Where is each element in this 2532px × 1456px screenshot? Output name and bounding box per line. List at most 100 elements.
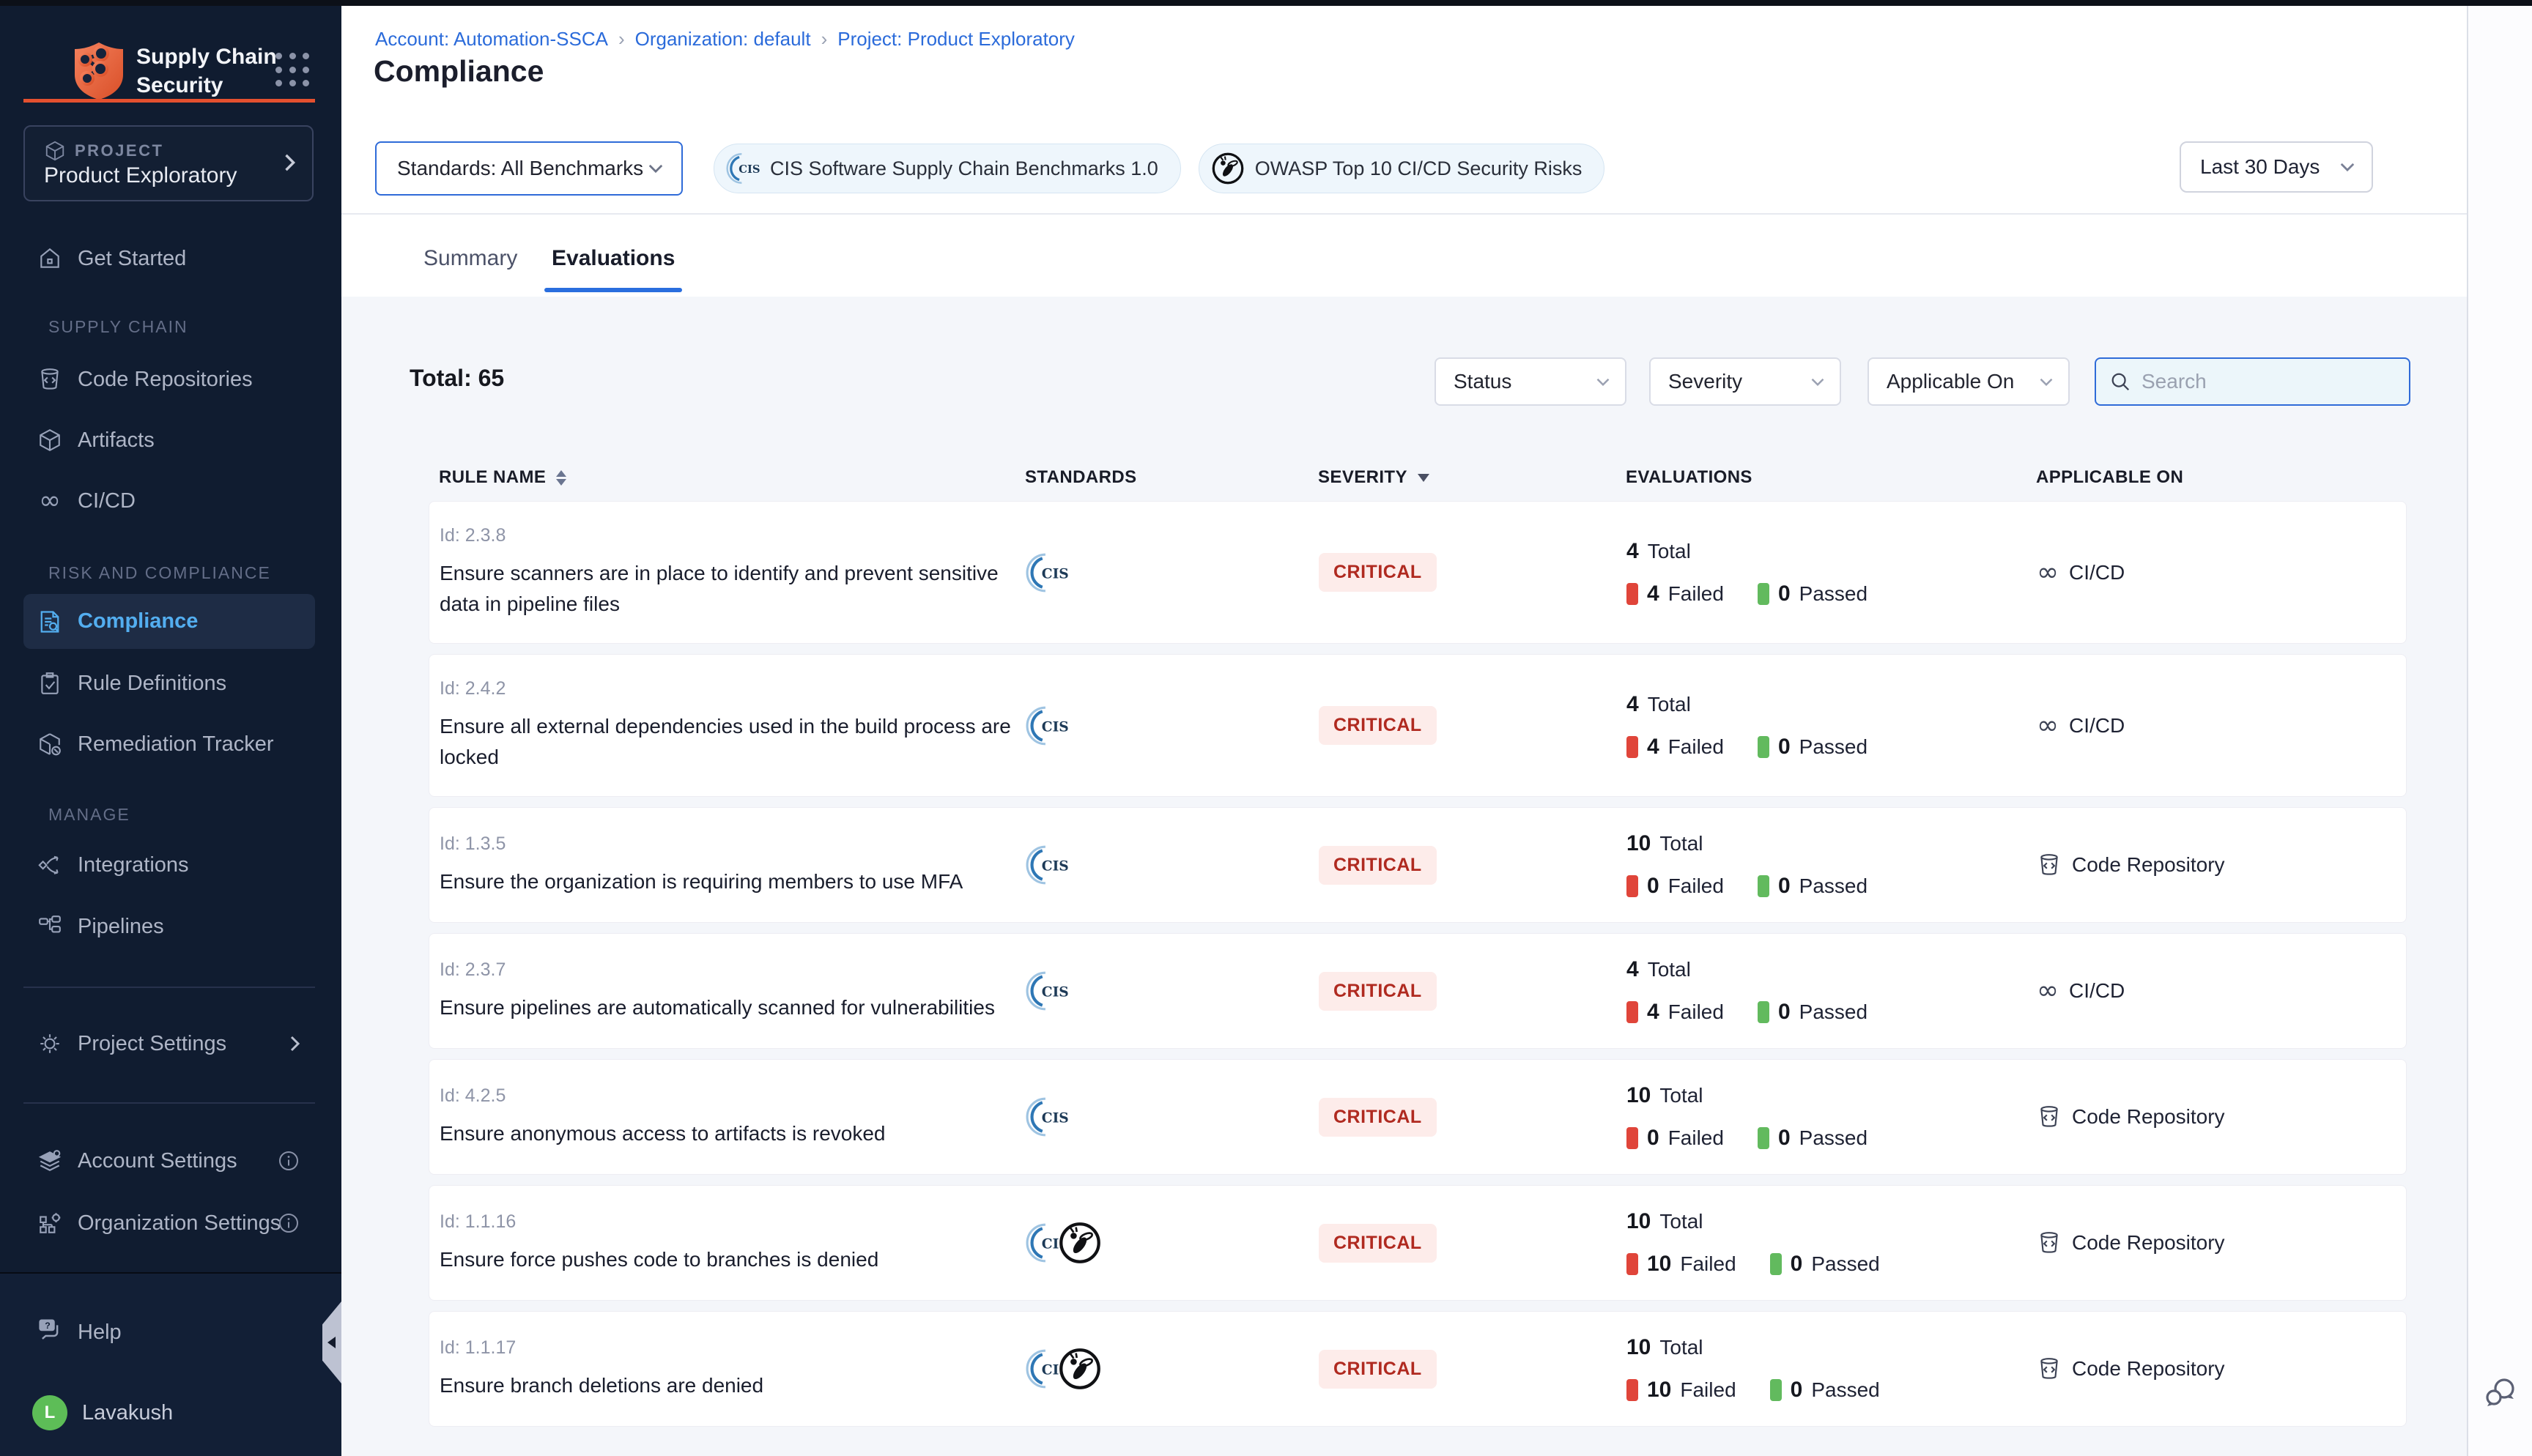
sidebar-item-remediation-tracker[interactable]: Remediation Tracker — [23, 724, 315, 765]
failed-chip-icon — [1626, 1379, 1638, 1401]
failed-chip-icon — [1626, 583, 1638, 605]
badge-label: CIS Software Supply Chain Benchmarks 1.0 — [770, 157, 1158, 180]
cis-benchmark-badge[interactable]: CIS CIS Software Supply Chain Benchmarks… — [714, 144, 1181, 193]
severity-cell: CRITICAL — [1308, 972, 1616, 1011]
sidebar-item-rule-definitions[interactable]: Rule Definitions — [23, 663, 315, 704]
tab-summary[interactable]: Summary — [423, 246, 517, 271]
column-header-rule-name[interactable]: RULE NAME — [429, 467, 1015, 488]
info-icon[interactable] — [277, 1211, 300, 1235]
rule-id: Id: 1.1.17 — [440, 1337, 1015, 1359]
infinity-icon: ∞ — [2037, 560, 2059, 586]
total-count: 10 — [1626, 1335, 1651, 1360]
passed-chip-icon — [1770, 1379, 1782, 1401]
sidebar-item-account-settings[interactable]: Account Settings — [23, 1140, 315, 1181]
help-chat-icon: ? — [37, 1316, 63, 1348]
sidebar-item-project-settings[interactable]: Project Settings — [23, 1023, 315, 1064]
app-screen: Supply Chain Security PROJECT Product Ex… — [0, 0, 2532, 1456]
sort-desc-icon[interactable] — [1418, 474, 1429, 482]
apps-grid-icon[interactable] — [275, 53, 311, 88]
sidebar-item-get-started[interactable]: Get Started — [23, 238, 315, 279]
table-row[interactable]: Id: 1.3.5 Ensure the organization is req… — [429, 807, 2407, 923]
column-label: APPLICABLE ON — [2036, 467, 2183, 488]
column-header-severity[interactable]: SEVERITY — [1308, 467, 1615, 488]
passed-label: Passed — [1799, 1000, 1867, 1024]
failed-chip-icon — [1626, 875, 1638, 897]
failed-label: Failed — [1668, 1000, 1724, 1024]
owasp-logo-icon — [1058, 1221, 1102, 1265]
project-name: Product Exploratory — [44, 163, 237, 188]
total-count: 10 — [1626, 1083, 1651, 1108]
sidebar-item-label: Organization Settings — [78, 1211, 281, 1236]
rule-cell: Id: 1.1.16 Ensure force pushes code to b… — [429, 1211, 1015, 1275]
sidebar-item-artifacts[interactable]: Artifacts — [23, 420, 315, 461]
artifact-box-icon — [37, 427, 63, 453]
sidebar-item-organization-settings[interactable]: Organization Settings — [23, 1203, 315, 1244]
sidebar-item-help[interactable]: ? Help — [23, 1312, 315, 1353]
project-selector[interactable]: PROJECT Product Exploratory — [23, 125, 314, 201]
chevron-down-icon — [1596, 377, 1610, 387]
badge-label: OWASP Top 10 CI/CD Security Risks — [1255, 157, 1582, 180]
evaluations-cell: 4Total 4Failed 0Passed — [1616, 692, 2026, 759]
severity-filter-label: Severity — [1668, 370, 1742, 393]
table-row[interactable]: Id: 1.1.16 Ensure force pushes code to b… — [429, 1185, 2407, 1301]
search-box — [2095, 357, 2410, 406]
sidebar-footer: ? Help L Lavakush — [0, 1272, 341, 1456]
standards-dropdown-label: Standards: All Benchmarks — [397, 157, 643, 180]
integrations-share-icon — [37, 852, 63, 878]
cis-logo-icon: CIS — [726, 152, 760, 185]
standards-dropdown[interactable]: Standards: All Benchmarks — [375, 141, 683, 196]
sidebar-item-cicd[interactable]: ∞ CI/CD — [23, 480, 315, 521]
passed-count: 0 — [1778, 1126, 1791, 1151]
code-repository-icon — [2037, 1230, 2062, 1255]
chevron-down-icon — [648, 163, 664, 174]
sidebar-item-integrations[interactable]: Integrations — [23, 844, 315, 885]
passed-count: 0 — [1778, 735, 1791, 759]
sidebar-item-compliance[interactable]: Compliance — [23, 594, 315, 649]
sidebar-item-code-repositories[interactable]: Code Repositories — [23, 359, 315, 400]
breadcrumb-organization-link[interactable]: Organization: default — [635, 28, 811, 51]
table-row[interactable]: Id: 1.1.17 Ensure branch deletions are d… — [429, 1311, 2407, 1427]
code-repository-icon — [37, 366, 63, 393]
severity-filter-dropdown[interactable]: Severity — [1649, 357, 1841, 406]
breadcrumb-account-link[interactable]: Account: Automation-SSCA — [375, 28, 608, 51]
breadcrumb-project-link[interactable]: Project: Product Exploratory — [837, 28, 1075, 51]
layers-gear-icon — [37, 1148, 63, 1174]
table-row[interactable]: Id: 2.3.7 Ensure pipelines are automatic… — [429, 933, 2407, 1049]
total-label: Total — [1659, 832, 1703, 855]
passed-chip-icon — [1758, 1001, 1769, 1023]
sort-icon[interactable] — [556, 470, 566, 486]
sidebar-item-label: Rule Definitions — [78, 672, 226, 696]
support-chat-icon[interactable] — [2481, 1374, 2520, 1412]
column-header-standards: STANDARDS — [1015, 467, 1308, 488]
column-label: RULE NAME — [439, 467, 546, 488]
sidebar-item-label: Code Repositories — [78, 368, 253, 392]
failed-count: 10 — [1647, 1378, 1671, 1403]
applicable-on-label: CI/CD — [2069, 979, 2125, 1003]
table-row[interactable]: Id: 4.2.5 Ensure anonymous access to art… — [429, 1059, 2407, 1175]
standards-cell: CIS — [1015, 1096, 1308, 1138]
info-icon[interactable] — [277, 1149, 300, 1173]
passed-label: Passed — [1799, 874, 1867, 898]
table-row[interactable]: Id: 2.4.2 Ensure all external dependenci… — [429, 654, 2407, 797]
total-label: Total — [1648, 693, 1691, 716]
status-filter-dropdown[interactable]: Status — [1435, 357, 1626, 406]
owasp-badge[interactable]: OWASP Top 10 CI/CD Security Risks — [1199, 144, 1605, 193]
chevron-down-icon — [1810, 377, 1825, 387]
search-input[interactable] — [2140, 369, 2385, 394]
sidebar-user[interactable]: L Lavakush — [23, 1391, 315, 1435]
passed-chip-icon — [1770, 1253, 1782, 1275]
sidebar-item-pipelines[interactable]: Pipelines — [23, 906, 315, 947]
rule-cell: Id: 2.3.8 Ensure scanners are in place t… — [429, 525, 1015, 620]
table-row[interactable]: Id: 2.3.8 Ensure scanners are in place t… — [429, 501, 2407, 644]
collapse-arrow-icon — [327, 1337, 336, 1348]
severity-badge: CRITICAL — [1319, 1098, 1437, 1137]
rule-name: Ensure anonymous access to artifacts is … — [440, 1118, 1015, 1149]
evaluations-cell: 4Total 4Failed 0Passed — [1616, 539, 2026, 606]
tab-evaluations[interactable]: Evaluations — [552, 246, 675, 271]
compliance-document-search-icon — [37, 609, 63, 635]
page-title: Compliance — [374, 54, 544, 89]
severity-badge: CRITICAL — [1319, 553, 1437, 592]
date-range-dropdown[interactable]: Last 30 Days — [2180, 141, 2373, 193]
applicable-on-filter-dropdown[interactable]: Applicable On — [1867, 357, 2070, 406]
passed-count: 0 — [1778, 1000, 1791, 1025]
